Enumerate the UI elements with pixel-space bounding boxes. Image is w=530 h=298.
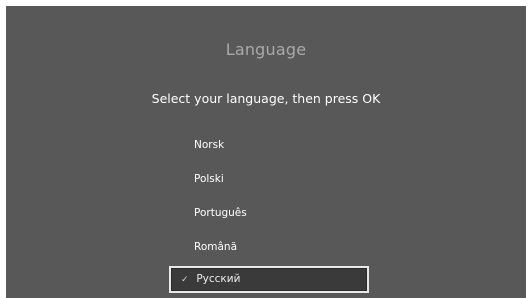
language-option-russian-selected[interactable]: ✓ Русский <box>169 266 369 293</box>
language-option-portugues[interactable]: Português <box>169 196 369 230</box>
language-label: Português <box>194 207 247 219</box>
language-panel: Language Select your language, then pres… <box>6 6 526 298</box>
instruction-text: Select your language, then press OK <box>151 91 381 106</box>
screen: Language Select your language, then pres… <box>0 0 530 298</box>
language-option-polski[interactable]: Polski <box>169 162 369 196</box>
language-label: Polski <box>194 173 224 185</box>
language-label: Norsk <box>194 139 225 151</box>
language-label: Русский <box>196 273 241 285</box>
checkmark-icon: ✓ <box>181 275 189 285</box>
language-label: Română <box>194 241 237 253</box>
page-title: Language <box>225 40 307 59</box>
language-list: Norsk Polski Português Română ✓ Русский <box>169 128 369 293</box>
language-option-romana[interactable]: Română <box>169 230 369 264</box>
language-option-norsk[interactable]: Norsk <box>169 128 369 162</box>
